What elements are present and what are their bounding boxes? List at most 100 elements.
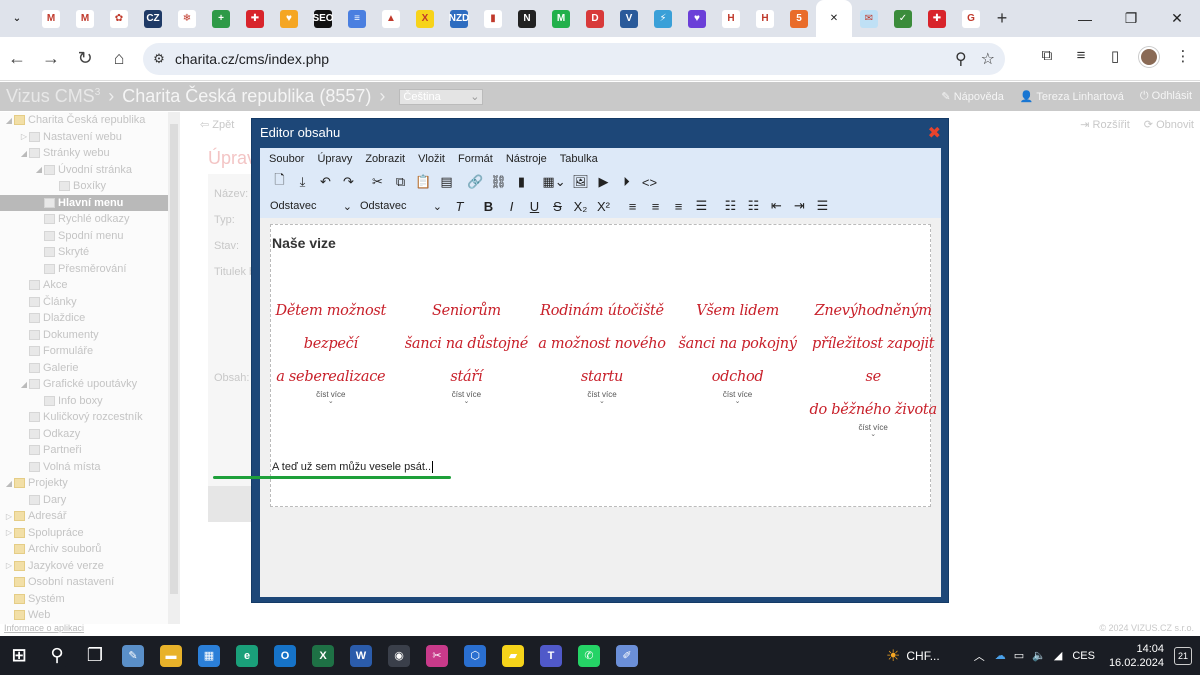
tree-item[interactable]: Volná místa <box>0 459 180 476</box>
x-icon[interactable]: X <box>408 0 442 37</box>
tree-item[interactable]: Dlaždice <box>0 310 180 327</box>
notes-icon[interactable]: ✎ <box>114 636 152 675</box>
battery-icon[interactable]: ▭ <box>1014 649 1024 662</box>
profile-avatar[interactable] <box>1132 46 1166 71</box>
anchor-icon[interactable]: ▮ <box>510 172 533 192</box>
edge-icon[interactable]: e <box>228 636 266 675</box>
align-right-icon[interactable]: ≡ <box>667 196 690 216</box>
align-justify-icon[interactable]: ☰ <box>690 196 713 216</box>
tree-item[interactable]: Spodní menu <box>0 228 180 245</box>
minimize-icon[interactable]: — <box>1062 0 1108 37</box>
media-icon[interactable]: ≡ <box>1064 47 1098 71</box>
close-icon[interactable]: ✕ <box>816 0 852 37</box>
tree-item[interactable]: Odkazy <box>0 426 180 443</box>
tree-item[interactable]: Archiv souborů <box>0 541 180 558</box>
tree-toggle-icon[interactable]: ◢ <box>19 149 29 158</box>
paste-icon[interactable]: 📋 <box>412 172 435 192</box>
h-icon[interactable]: H <box>714 0 748 37</box>
gmail-icon[interactable]: M <box>68 0 102 37</box>
italic-icon[interactable]: I <box>500 196 523 216</box>
tray-overflow-icon[interactable]: ︿ <box>974 648 985 664</box>
tree-toggle-icon[interactable]: ◢ <box>4 479 14 488</box>
user-link[interactable]: 👤 Tereza Linhartová <box>1020 90 1124 103</box>
back-button[interactable]: ⇦ Zpět <box>200 118 234 131</box>
h-icon[interactable]: H <box>748 0 782 37</box>
back-icon[interactable]: ← <box>0 48 34 69</box>
align-left-icon[interactable]: ≡ <box>621 196 644 216</box>
restore-icon[interactable]: ❐ <box>1108 0 1154 37</box>
paste-text-icon[interactable]: ▤ <box>435 172 458 192</box>
reload-icon[interactable]: ↻ <box>68 48 102 69</box>
tree-item[interactable]: Dary <box>0 492 180 509</box>
app-info-link[interactable]: Informace o aplikaci <box>4 623 84 633</box>
block-format-select[interactable]: Odstavec ⌄ <box>268 200 358 213</box>
outdent-icon[interactable]: ⇤ <box>765 196 788 216</box>
underline-icon[interactable]: U <box>523 196 546 216</box>
weather-text[interactable]: CHF... <box>906 649 939 663</box>
link-icon[interactable]: 🔗 <box>464 172 487 192</box>
tree-item[interactable]: Info boxy <box>0 393 180 410</box>
table-icon[interactable]: ▦⌄ <box>539 172 569 192</box>
tree-item[interactable]: Osobní nastavení <box>0 574 180 591</box>
save-icon[interactable]: ⤓ <box>291 172 314 192</box>
url-field[interactable]: ⚙ charita.cz/cms/index.php ⚲ ☆ <box>143 43 1005 75</box>
copy-icon[interactable]: ⧉ <box>389 172 412 192</box>
extensions-icon[interactable]: ⧉ <box>1030 47 1064 71</box>
v-icon[interactable]: V <box>612 0 646 37</box>
video-icon[interactable]: ⏵ <box>615 172 638 192</box>
zoom-icon[interactable]: ⚲ <box>955 49 967 69</box>
cross-icon[interactable]: ✚ <box>238 0 272 37</box>
redo-icon[interactable]: ↷ <box>337 172 360 192</box>
m-icon[interactable]: M <box>544 0 578 37</box>
bold-icon[interactable]: B <box>477 196 500 216</box>
tree-item[interactable]: ◢ Stránky webu <box>0 145 180 162</box>
clear-format-icon[interactable]: T <box>448 196 471 216</box>
cms-brand[interactable]: Vizus CMS3 <box>6 86 100 107</box>
forward-icon[interactable]: → <box>34 48 68 69</box>
snowflake-icon[interactable]: ❄ <box>170 0 204 37</box>
refresh-button[interactable]: ⟳ Obnovit <box>1144 118 1194 131</box>
editor-menu-item[interactable]: Zobrazit <box>365 153 405 165</box>
chat-icon[interactable]: ♥ <box>680 0 714 37</box>
editor-content-area[interactable]: Naše vize Dětem možnost bezpečí a sebereal… <box>270 224 937 507</box>
chrome-icon[interactable]: ◉ <box>380 636 418 675</box>
cross-icon[interactable]: ✚ <box>920 0 954 37</box>
tree-item[interactable]: Web <box>0 607 180 624</box>
tree-item[interactable]: Galerie <box>0 360 180 377</box>
undo-icon[interactable]: ↶ <box>314 172 337 192</box>
store-icon[interactable]: ▦ <box>190 636 228 675</box>
language-indicator[interactable]: CES <box>1072 650 1095 662</box>
weather-icon[interactable]: ☀ <box>886 646 900 666</box>
tree-item[interactable]: ◢ Úvodní stránka <box>0 162 180 179</box>
media-icon[interactable]: ▶ <box>592 172 615 192</box>
source-code-icon[interactable]: <> <box>638 172 661 192</box>
volume-icon[interactable]: 🔈 <box>1032 649 1046 662</box>
tree-toggle-icon[interactable]: ◢ <box>19 380 29 389</box>
side-panel-icon[interactable]: ▯ <box>1098 47 1132 71</box>
tree-item[interactable]: Skryté <box>0 244 180 261</box>
paint-icon[interactable]: ✐ <box>608 636 646 675</box>
gmail-icon[interactable]: M <box>34 0 68 37</box>
align-center-icon[interactable]: ≡ <box>644 196 667 216</box>
tree-item[interactable]: ▷ Spolupráce <box>0 525 180 542</box>
analytics-icon[interactable]: ▮ <box>476 0 510 37</box>
chevron-down-icon[interactable]: ⌄ <box>0 0 34 37</box>
subscript-icon[interactable]: X₂ <box>569 196 592 216</box>
bullet-list-icon[interactable]: ☷ <box>719 196 742 216</box>
outlook-icon[interactable]: O <box>266 636 304 675</box>
notion-icon[interactable]: N <box>510 0 544 37</box>
indent-icon[interactable]: ⇥ <box>788 196 811 216</box>
blockquote-icon[interactable]: ☰ <box>811 196 834 216</box>
strikethrough-icon[interactable]: S <box>546 196 569 216</box>
expand-button[interactable]: ⇥ Rozšířit <box>1080 118 1130 131</box>
sidebar-scrollbar[interactable] <box>168 112 180 624</box>
tree-item[interactable]: Hlavní menu <box>0 194 180 211</box>
excel-icon[interactable]: X <box>304 636 342 675</box>
new-tab-icon[interactable]: + <box>988 8 1016 29</box>
editor-menu-item[interactable]: Vložit <box>418 153 445 165</box>
close-icon[interactable]: ✖ <box>928 123 941 143</box>
lightning-icon[interactable]: ⚡ <box>646 0 680 37</box>
tree-item[interactable]: Přesměrování <box>0 261 180 278</box>
tree-item[interactable]: Akce <box>0 277 180 294</box>
numbered-list-icon[interactable]: ☷ <box>742 196 765 216</box>
